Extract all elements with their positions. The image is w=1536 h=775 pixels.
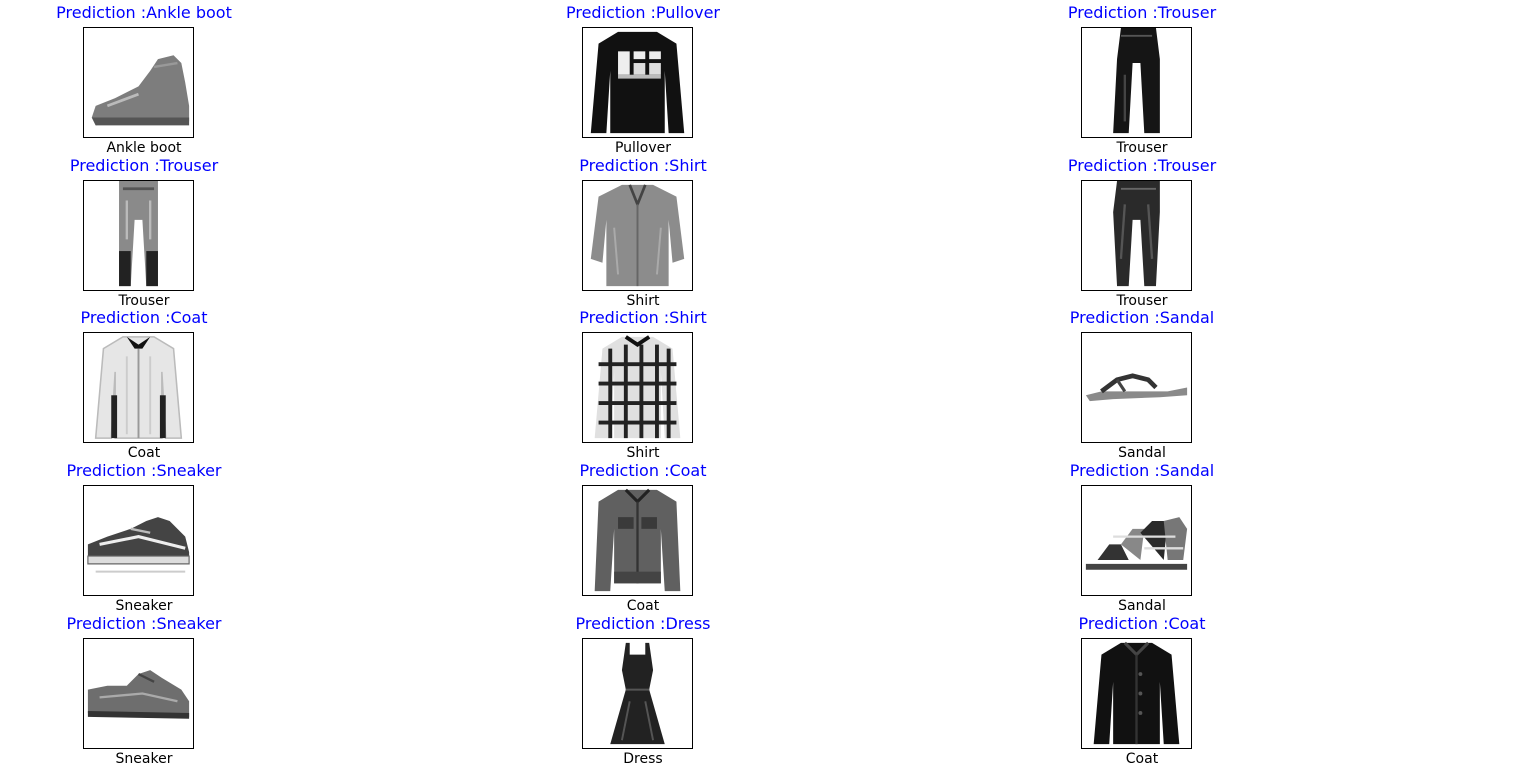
- grid-cell: Prediction :Sneaker Sneaker: [0, 611, 294, 767]
- prediction-title: Prediction :Coat: [1078, 614, 1206, 633]
- item-image-frame: [1081, 485, 1192, 596]
- prediction-title: Prediction :Ankle boot: [56, 3, 232, 22]
- grid-cell: Prediction :Shirt Shirt: [493, 305, 793, 461]
- prediction-title: Prediction :Trouser: [69, 156, 219, 175]
- sneaker-image: [87, 517, 190, 573]
- ankle-boot-image: [91, 55, 190, 126]
- item-image-frame: [1081, 27, 1192, 138]
- prediction-title: Prediction :Sandal: [1069, 308, 1215, 327]
- trouser-image: [119, 181, 158, 287]
- grid-cell: Prediction :Coat Coat: [0, 305, 294, 461]
- flip-flop-image: [1085, 373, 1188, 402]
- true-label: Dress: [623, 751, 663, 767]
- grid-cell: Prediction :Trouser Trouser: [0, 153, 294, 309]
- prediction-title: Prediction :Sandal: [1069, 461, 1215, 480]
- grid-cell: Prediction :Dress Dress: [493, 611, 793, 767]
- plaid-shirt-image: [594, 335, 681, 439]
- grid-cell: Prediction :Ankle boot Ankle boot: [0, 0, 294, 156]
- trouser-image: [1113, 28, 1160, 134]
- jacket-image: [594, 488, 681, 592]
- item-image-frame: [1081, 332, 1192, 443]
- grid-cell: Prediction :Trouser Trouser: [992, 153, 1292, 309]
- sneaker-image: [87, 670, 190, 719]
- true-label: Sneaker: [115, 751, 173, 767]
- prediction-title: Prediction :Trouser: [1067, 156, 1217, 175]
- prediction-title: Prediction :Sneaker: [66, 461, 222, 480]
- prediction-title: Prediction :Trouser: [1067, 3, 1217, 22]
- grid-cell: Prediction :Sneaker Sneaker: [0, 458, 294, 614]
- item-image-frame: [582, 27, 693, 138]
- prediction-grid: Prediction :Ankle boot Ankle boot Predic…: [0, 0, 1536, 775]
- trouser-image: [1113, 181, 1160, 287]
- prediction-title: Prediction :Sneaker: [66, 614, 222, 633]
- prediction-title: Prediction :Shirt: [579, 156, 707, 175]
- grid-cell: Prediction :Shirt Shirt: [493, 153, 793, 309]
- item-image-frame: [1081, 638, 1192, 749]
- prediction-title: Prediction :Dress: [575, 614, 711, 633]
- item-image-frame: [582, 332, 693, 443]
- grid-cell: Prediction :Coat Coat: [992, 611, 1292, 767]
- grid-cell: Prediction :Sandal Sandal: [992, 305, 1292, 461]
- item-image-frame: [83, 27, 194, 138]
- dark-coat-image: [1093, 641, 1180, 745]
- item-image-frame: [582, 638, 693, 749]
- grid-cell: Prediction :Pullover Pullover: [493, 0, 793, 156]
- item-image-frame: [83, 332, 194, 443]
- grid-cell: Prediction :Sandal Sandal: [992, 458, 1292, 614]
- item-image-frame: [83, 485, 194, 596]
- strappy-sandal-image: [1085, 517, 1188, 570]
- true-label: Coat: [1125, 751, 1159, 767]
- item-image-frame: [582, 180, 693, 291]
- prediction-title: Prediction :Pullover: [565, 3, 721, 22]
- shirt-image: [590, 184, 685, 287]
- prediction-title: Prediction :Coat: [579, 461, 707, 480]
- prediction-title: Prediction :Shirt: [579, 308, 707, 327]
- prediction-title: Prediction :Coat: [80, 308, 208, 327]
- item-image-frame: [1081, 180, 1192, 291]
- grid-cell: Prediction :Trouser Trouser: [992, 0, 1292, 156]
- coat-image: [94, 336, 183, 439]
- item-image-frame: [582, 485, 693, 596]
- dress-image: [610, 642, 665, 745]
- item-image-frame: [83, 638, 194, 749]
- grid-cell: Prediction :Coat Coat: [493, 458, 793, 614]
- pullover-image: [590, 31, 685, 134]
- item-image-frame: [83, 180, 194, 291]
